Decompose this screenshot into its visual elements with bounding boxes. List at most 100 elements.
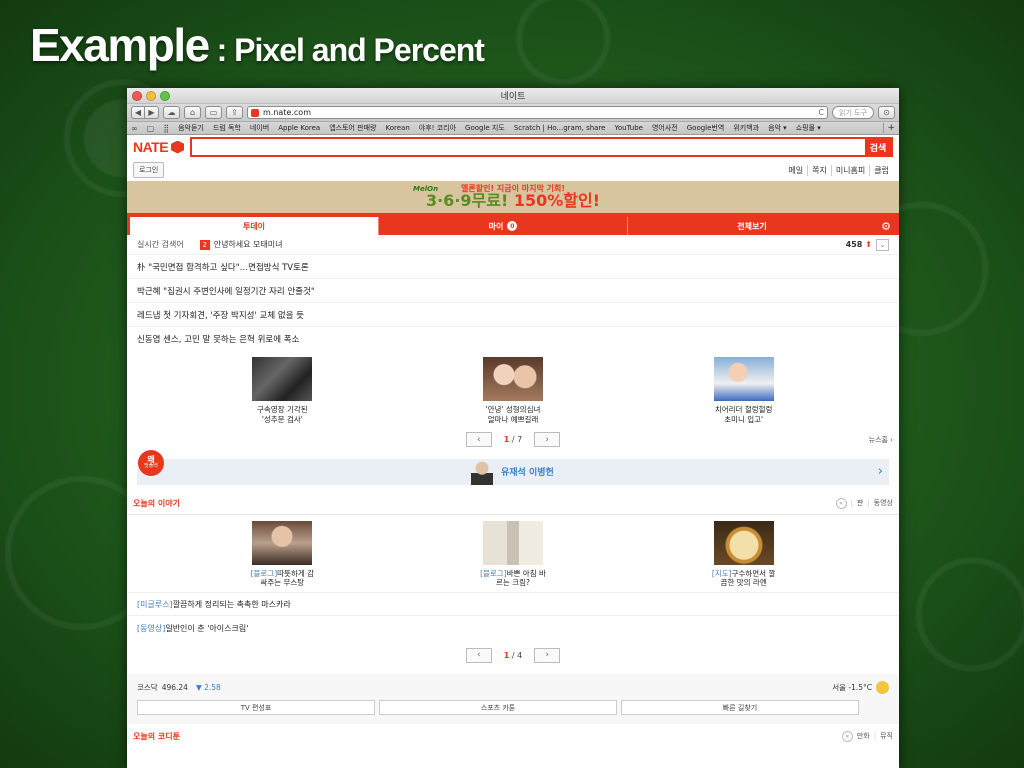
quicklink-minihompy[interactable]: 미니홈피: [830, 164, 869, 176]
new-tab-plus-icon[interactable]: +: [883, 123, 895, 133]
downloads-icon[interactable]: ⊙: [878, 106, 895, 119]
stock-change: ▼ 2.58: [196, 683, 221, 692]
login-button[interactable]: 로그인: [133, 162, 165, 178]
coditoon-tool-link[interactable]: 만화: [857, 731, 870, 741]
news-thumb-item[interactable]: '안녕' 성형의심녀 얼마나 예쁘길래: [458, 357, 568, 425]
story-thumb-item[interactable]: [지도]구수하면서 깔 끔한 맛의 라멘: [689, 520, 799, 589]
caption-line: 얼마나 예쁘길래: [487, 414, 539, 424]
news-headline[interactable]: 신동엽 센스, 고민 말 못하는 은혁 위로에 폭소: [127, 327, 899, 351]
nate-logo-text: NATE: [133, 139, 169, 155]
coditoon-tool-link[interactable]: 뮤직: [880, 731, 893, 741]
story-thumb-item[interactable]: [블로그]바쁜 아침 바 르는 크림?: [458, 520, 568, 589]
story-thumb-caption: [지도]구수하면서 깔 끔한 맛의 라멘: [712, 569, 775, 589]
story-section-title: 오늘의 이야기: [133, 498, 180, 508]
quick-route-button[interactable]: 빠른 길찾기: [621, 700, 859, 715]
tab-all[interactable]: 전체보기: [627, 217, 876, 235]
story-list-text: 깔끔하게 정리되는 촉촉한 마스카라: [172, 599, 291, 609]
bookmark-item[interactable]: Apple Korea: [278, 124, 320, 132]
settings-gear-icon[interactable]: ⚙: [876, 217, 896, 235]
glasses-icon[interactable]: ∞: [131, 124, 138, 133]
pager-next-button[interactable]: ›: [534, 647, 561, 663]
chevron-right-icon[interactable]: ›: [878, 464, 883, 479]
prev-arrow-icon[interactable]: «: [835, 497, 847, 509]
bookmark-item[interactable]: Google번역: [687, 123, 725, 133]
story-list-item[interactable]: [미글루스] 깔끔하게 정리되는 촉촉한 마스카라: [127, 592, 899, 616]
sports-cartoon-button[interactable]: 스포츠 카툰: [379, 700, 617, 715]
tab-today[interactable]: 투데이: [130, 217, 378, 235]
bookmark-item[interactable]: YouTube: [615, 124, 643, 132]
bookmark-item[interactable]: 음악듣기: [178, 123, 204, 133]
bookmark-item[interactable]: 영어사전: [652, 123, 678, 133]
address-bar[interactable]: m.nate.com C: [247, 106, 828, 119]
tv-schedule-button[interactable]: TV 편성표: [137, 700, 375, 715]
tab-my[interactable]: 마이 0: [378, 217, 627, 235]
bookmark-item[interactable]: 네이버: [250, 123, 269, 133]
reload-icon[interactable]: C: [818, 108, 824, 117]
bookmark-item[interactable]: Google 지도: [465, 123, 505, 133]
story-thumb-item[interactable]: [블로그]따뜻하게 감 싸주는 무스탕: [227, 520, 337, 589]
reading-list-icon[interactable]: ▭: [205, 106, 222, 119]
home-icon[interactable]: ⌂: [184, 106, 201, 119]
bookmark-item[interactable]: 야후! 코리아: [419, 123, 456, 133]
story-list-item[interactable]: [동영상] 일반인이 춘 '아이스크림': [127, 616, 899, 640]
divider: |: [873, 732, 877, 740]
promo-badge: 왜 맛플러: [138, 449, 164, 476]
bookmark-item[interactable]: 위키백과: [733, 123, 759, 133]
story-thumb-image: [713, 520, 774, 565]
news-headline[interactable]: 레드냅 첫 기자회견, '주장 박지성' 교체 없을 듯: [127, 303, 899, 327]
news-thumb-image: [482, 357, 543, 401]
bookmark-item[interactable]: Scratch | Ho...gram, share: [514, 124, 606, 132]
news-headline[interactable]: 박근혜 "집권시 주변인사에 일정기간 자리 안줄것": [127, 279, 899, 303]
story-tool-link[interactable]: 동영상: [874, 498, 893, 508]
news-headline[interactable]: 朴 "국민면접 합격하고 싶다"…면접방식 TV토론: [127, 255, 899, 279]
share-icon[interactable]: ⇪: [226, 106, 243, 119]
pager-prev-button[interactable]: ‹: [465, 432, 492, 447]
caption-line: 구속영장 기각된: [256, 405, 308, 414]
browser-window: 네이트 ◀ ▶ ☁ ⌂ ▭ ⇪ m.nate.com C 읽기 도구 ⊙ ∞ ▢…: [127, 88, 899, 768]
bookmark-item[interactable]: 앱스토어 판매량: [329, 123, 376, 133]
icloud-tabs-icon[interactable]: ☁: [163, 106, 180, 119]
prev-arrow-icon[interactable]: «: [841, 730, 853, 742]
top-sites-grid-icon[interactable]: ⣿: [163, 124, 169, 133]
search-input[interactable]: [192, 139, 865, 155]
quicklinks: 메일 쪽지 미니홈피 클럽: [784, 164, 893, 176]
news-home-link[interactable]: 뉴스홈 ›: [869, 435, 893, 445]
web-page: NATE 검색 로그인 메일 쪽지 미니홈피 클럽 MelOn 멜론할인! 지금…: [127, 135, 899, 767]
bookmark-item[interactable]: 드럼 독학: [213, 123, 241, 133]
bookmark-item[interactable]: 음악 ▾: [768, 123, 787, 133]
caption-line: 싸주는 무스탕: [260, 578, 305, 588]
back-button[interactable]: ◀: [131, 106, 145, 119]
weather-widget[interactable]: 서울 -1.5°C: [832, 680, 889, 694]
promo-strip[interactable]: 왜 맛플러 유재석 이병헌 ›: [137, 449, 889, 485]
bookmark-item[interactable]: Korean: [386, 124, 410, 132]
quicklink-mail[interactable]: 메일: [784, 165, 807, 176]
trend-keyword[interactable]: 안녕하세요 모태미녀: [214, 239, 283, 250]
pager-next-button[interactable]: ›: [534, 432, 561, 447]
story-tool-link[interactable]: 판: [857, 498, 863, 508]
trend-expand-button[interactable]: ⌄: [876, 238, 889, 251]
melon-ad-banner[interactable]: MelOn 멜론할인! 지금이 마지막 기회! 3·6·9무료! 150%할인!: [127, 181, 899, 213]
news-thumb-item[interactable]: 구속영장 기각된 '성추문 검사': [227, 357, 337, 425]
quicklink-club[interactable]: 클럽: [869, 164, 893, 176]
bookmark-item[interactable]: 쇼핑몰 ▾: [796, 123, 821, 133]
nate-logo[interactable]: NATE: [133, 139, 185, 155]
stock-label[interactable]: 코스닥: [137, 682, 158, 693]
caption-line: '안녕' 성형의심녀: [485, 405, 541, 414]
pager-total: 4: [517, 650, 523, 660]
caption-line: 따뜻하게 감: [277, 568, 315, 578]
news-thumb-item[interactable]: 치어리더 헐렁헐렁 초미니 입고': [689, 357, 799, 425]
story-thumb-image: [252, 520, 313, 565]
stock-value: 496.24: [161, 682, 188, 692]
realtime-trend-row: 실시간 검색어 2 안녕하세요 모태미녀 458 ⬆ ⌄: [127, 235, 899, 255]
quicklink-note[interactable]: 쪽지: [807, 164, 831, 176]
banner-main-a: 3·6·9무료!: [425, 191, 514, 210]
divider: |: [867, 499, 870, 507]
forward-button[interactable]: ▶: [145, 106, 159, 119]
book-icon[interactable]: ▢: [147, 124, 155, 133]
nav-buttons: ◀ ▶: [131, 106, 159, 119]
tab-my-badge: 0: [507, 221, 518, 231]
reader-button[interactable]: 읽기 도구: [832, 106, 874, 119]
search-button[interactable]: 검색: [865, 139, 891, 155]
story-thumbnails: [블로그]따뜻하게 감 싸주는 무스탕 [블로그]바쁜 아침 바 르는 크림? [지…: [127, 515, 899, 589]
pager-prev-button[interactable]: ‹: [465, 647, 492, 663]
